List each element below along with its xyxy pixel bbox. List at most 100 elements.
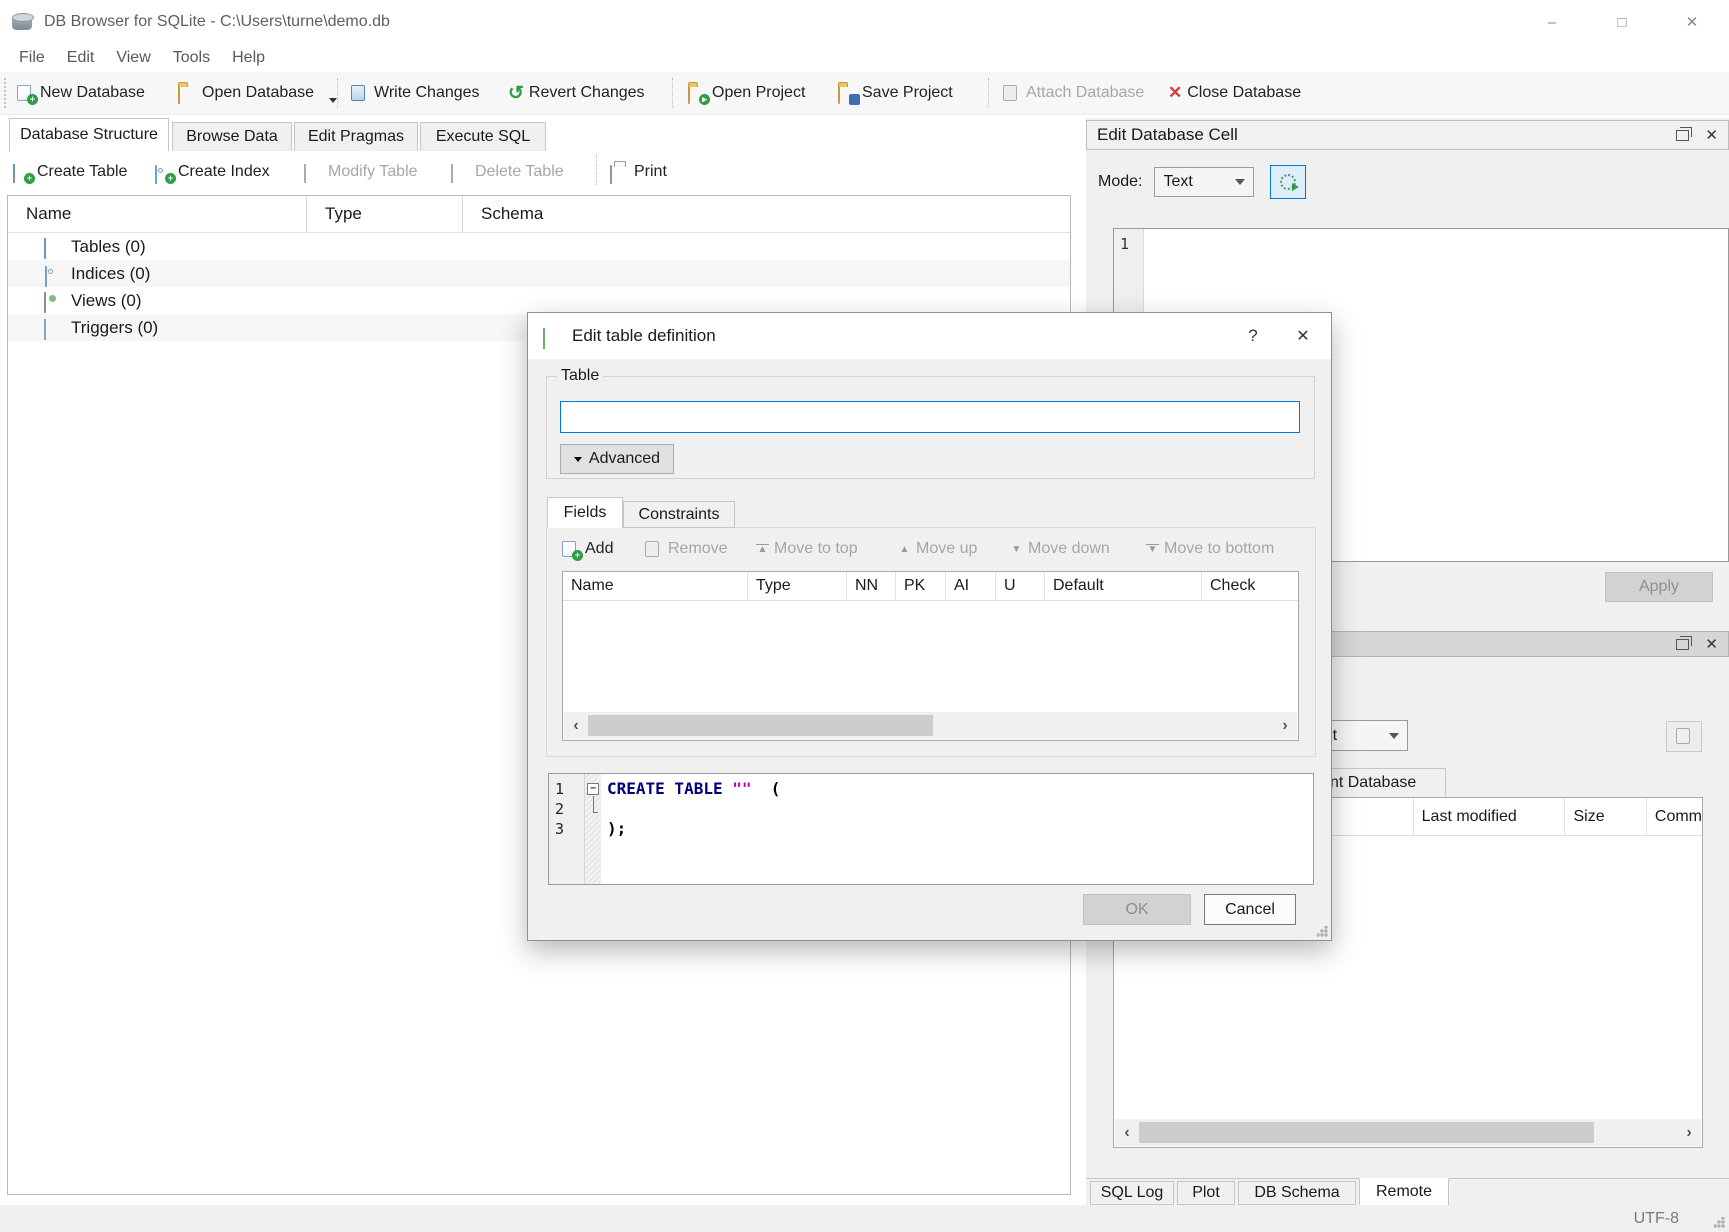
add-field-button[interactable]: + Add (561, 536, 613, 562)
fields-scroll-left-icon[interactable]: ‹ (564, 717, 588, 735)
scroll-right-icon[interactable]: › (1677, 1124, 1701, 1142)
sql-preview-editor[interactable]: 1 2 3 − CREATE TABLE "" ( ); (548, 773, 1314, 885)
save-project-button[interactable]: Save Project (838, 72, 953, 114)
tab-sql-log[interactable]: SQL Log (1090, 1181, 1174, 1205)
float-remote-icon[interactable] (1676, 639, 1689, 650)
tab-db-schema[interactable]: DB Schema (1238, 1181, 1356, 1205)
print-icon (610, 164, 629, 181)
open-project-button[interactable]: ▸ Open Project (688, 72, 805, 114)
tab-plot[interactable]: Plot (1177, 1181, 1235, 1205)
revert-changes-button[interactable]: ↺ Revert Changes (508, 72, 645, 114)
remote-col-size[interactable]: Size (1565, 798, 1646, 835)
print-button[interactable]: Print (610, 151, 667, 193)
tab-browse-data[interactable]: Browse Data (172, 122, 292, 152)
menu-tools[interactable]: Tools (162, 49, 221, 67)
remote-hscrollbar[interactable]: ‹ › (1115, 1119, 1701, 1146)
col-ai[interactable]: AI (946, 572, 996, 600)
dialog-title: Edit table definition (572, 326, 716, 346)
tab-constraints[interactable]: Constraints (623, 501, 735, 528)
fold-collapse-icon[interactable]: − (587, 783, 599, 795)
move-to-top-button[interactable]: ▲ Move to top (756, 536, 858, 562)
modify-table-icon (304, 164, 323, 181)
fields-hscrollbar[interactable]: ‹ › (564, 712, 1297, 739)
new-database-button[interactable]: + New Database (16, 72, 145, 114)
close-button[interactable]: ✕ (1669, 7, 1715, 37)
remove-field-button[interactable]: Remove (644, 536, 728, 562)
create-index-button[interactable]: + Create Index (154, 151, 270, 193)
edit-cell-panel-titlebar: Edit Database Cell ✕ (1086, 120, 1729, 150)
menu-edit[interactable]: Edit (56, 49, 106, 67)
col-pk[interactable]: PK (896, 572, 946, 600)
index-tag-icon (44, 265, 63, 282)
advanced-button[interactable]: Advanced (560, 444, 674, 474)
clone-database-button[interactable] (1666, 721, 1702, 752)
tree-row-indices[interactable]: Indices (0) (8, 260, 1070, 287)
apply-button[interactable]: Apply (1605, 572, 1713, 602)
modify-table-button[interactable]: Modify Table (304, 151, 418, 193)
close-remote-icon[interactable]: ✕ (1705, 635, 1718, 653)
col-name[interactable]: Name (563, 572, 748, 600)
toolbar-drag-handle[interactable] (4, 78, 6, 108)
close-database-icon: ✕ (1168, 83, 1182, 103)
fields-table[interactable]: Name Type NN PK AI U Default Check ‹ › (562, 571, 1299, 741)
open-database-button[interactable]: Open Database (178, 72, 337, 114)
col-u[interactable]: U (996, 572, 1045, 600)
tree-col-schema[interactable]: Schema (463, 196, 1070, 232)
tab-execute-sql[interactable]: Execute SQL (420, 122, 546, 152)
move-to-bottom-button[interactable]: ▼ Move to bottom (1146, 536, 1274, 562)
menu-help[interactable]: Help (221, 49, 276, 67)
tree-col-name[interactable]: Name (8, 196, 307, 232)
open-database-dropdown[interactable] (329, 98, 337, 103)
fields-hscroll-thumb[interactable] (588, 715, 933, 736)
tab-database-structure[interactable]: Database Structure (9, 118, 169, 152)
structure-toolbar: + Create Table + Create Index Modify Tab… (0, 151, 1071, 191)
gear-icon (1280, 174, 1296, 190)
edit-cell-panel-title: Edit Database Cell (1097, 125, 1238, 145)
fields-table-header: Name Type NN PK AI U Default Check (563, 572, 1298, 601)
col-type[interactable]: Type (748, 572, 847, 600)
scroll-left-icon[interactable]: ‹ (1115, 1124, 1139, 1142)
attach-database-icon (1002, 85, 1021, 102)
fields-scroll-right-icon[interactable]: › (1273, 717, 1297, 735)
tree-col-type[interactable]: Type (307, 196, 463, 232)
create-table-button[interactable]: + Create Table (13, 151, 127, 193)
menu-view[interactable]: View (105, 49, 161, 67)
tab-fields[interactable]: Fields (547, 497, 623, 528)
tree-row-views[interactable]: Views (0) (8, 287, 1070, 314)
sql-fold-margin[interactable]: − (585, 774, 601, 884)
dialog-close-button[interactable]: ✕ (1275, 326, 1331, 346)
remote-hscroll-thumb[interactable] (1139, 1122, 1594, 1143)
tab-edit-pragmas[interactable]: Edit Pragmas (294, 122, 418, 152)
dialog-resize-grip[interactable] (1317, 926, 1328, 937)
menu-file[interactable]: File (8, 49, 56, 67)
ok-button[interactable]: OK (1083, 894, 1191, 925)
tab-remote[interactable]: Remote (1359, 1178, 1449, 1205)
close-database-button[interactable]: ✕ Close Database (1168, 72, 1301, 114)
close-panel-icon[interactable]: ✕ (1705, 126, 1718, 144)
maximize-button[interactable]: □ (1599, 7, 1645, 37)
move-up-button[interactable]: ▲ Move up (898, 536, 977, 562)
minimize-button[interactable]: – (1529, 7, 1575, 37)
write-changes-button[interactable]: Write Changes (350, 72, 480, 114)
status-bar: UTF-8 (0, 1205, 1729, 1232)
table-name-input[interactable] (560, 401, 1300, 433)
edit-table-definition-dialog: Edit table definition ? ✕ Table Advanced… (527, 312, 1332, 941)
remote-col-last-modified[interactable]: Last modified (1414, 798, 1566, 835)
float-panel-icon[interactable] (1676, 130, 1689, 141)
auto-apply-button[interactable] (1270, 165, 1306, 199)
tree-row-tables[interactable]: Tables (0) (8, 233, 1070, 260)
window-resize-grip[interactable] (1714, 1217, 1725, 1228)
delete-table-button[interactable]: Delete Table (451, 151, 564, 193)
remote-col-commit[interactable]: Comm (1647, 798, 1702, 835)
col-check[interactable]: Check (1202, 572, 1298, 600)
mode-select[interactable]: Text (1154, 167, 1254, 197)
col-nn[interactable]: NN (847, 572, 896, 600)
remove-field-icon (644, 541, 663, 558)
dialog-help-button[interactable]: ? (1231, 326, 1275, 346)
move-down-button[interactable]: ▼ Move down (1010, 536, 1110, 562)
col-default[interactable]: Default (1045, 572, 1202, 600)
attach-database-button[interactable]: Attach Database (1002, 72, 1144, 114)
cancel-button[interactable]: Cancel (1204, 894, 1296, 925)
move-up-icon: ▲ (898, 544, 911, 555)
mode-label: Mode: (1098, 173, 1142, 191)
